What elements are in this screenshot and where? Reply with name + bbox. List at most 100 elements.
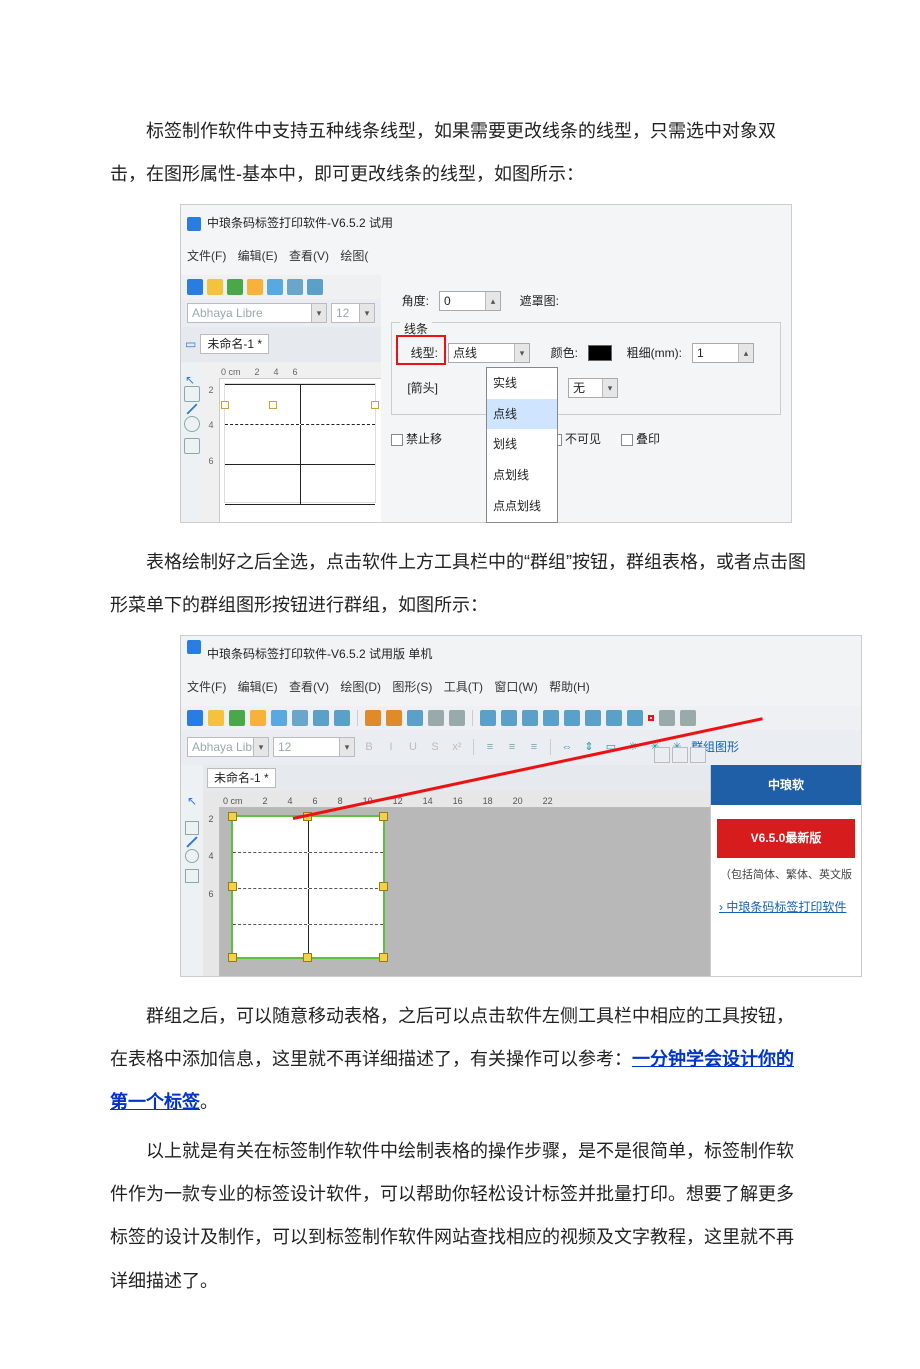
menu-draw[interactable]: 绘图( bbox=[340, 249, 368, 263]
front-icon[interactable] bbox=[606, 710, 622, 726]
overprint-check[interactable]: 叠印 bbox=[621, 425, 660, 454]
chevron-down-icon[interactable]: ▾ bbox=[253, 738, 268, 756]
resize-handle-icon[interactable] bbox=[379, 882, 388, 891]
resize-handle-icon[interactable] bbox=[303, 953, 312, 962]
menu-bar[interactable]: 文件(F) 编辑(E) 查看(V) 绘图(D) 图形(S) 工具(T) 窗口(W… bbox=[181, 671, 861, 706]
font-name-combo[interactable]: Abhaya Libre ▾ bbox=[187, 737, 269, 757]
line-type-dropdown-list[interactable]: 实线 点线 划线 点划线 点点划线 bbox=[486, 367, 558, 523]
table-row[interactable] bbox=[225, 425, 375, 465]
download-link[interactable]: › 中琅条码标签打印软件 bbox=[711, 889, 861, 926]
option-dotted[interactable]: 点线 bbox=[487, 399, 557, 430]
option-solid[interactable]: 实线 bbox=[487, 368, 557, 399]
line-tool-icon[interactable] bbox=[186, 837, 197, 848]
ungroup-icon[interactable] bbox=[659, 710, 675, 726]
settings-icon[interactable] bbox=[250, 710, 266, 726]
chevron-down-icon[interactable]: ▾ bbox=[339, 738, 354, 756]
menu-edit[interactable]: 编辑(E) bbox=[238, 249, 278, 263]
zoom-icon[interactable] bbox=[292, 710, 308, 726]
print-icon[interactable] bbox=[271, 710, 287, 726]
copy-icon[interactable] bbox=[386, 710, 402, 726]
color-swatch[interactable] bbox=[588, 345, 612, 361]
italic-icon[interactable]: I bbox=[383, 739, 399, 755]
chevron-down-icon[interactable]: ▾ bbox=[311, 304, 326, 322]
open-icon[interactable] bbox=[207, 279, 223, 295]
zoom-icon[interactable] bbox=[287, 279, 303, 295]
spinner-icon[interactable]: ▴ bbox=[485, 292, 500, 310]
rect-tool-icon[interactable] bbox=[185, 821, 199, 835]
image-tool-icon[interactable] bbox=[185, 869, 199, 883]
tab-btn-icon[interactable] bbox=[672, 747, 688, 763]
label-sheet[interactable] bbox=[225, 384, 375, 502]
align-right-icon[interactable]: ≡ bbox=[526, 739, 542, 755]
menu-view[interactable]: 查看(V) bbox=[289, 680, 329, 694]
ellipse-tool-icon[interactable] bbox=[185, 849, 199, 863]
image-tool-icon[interactable] bbox=[184, 438, 200, 454]
resize-handle-icon[interactable] bbox=[228, 812, 237, 821]
menu-window[interactable]: 窗口(W) bbox=[494, 680, 537, 694]
resize-handle-icon[interactable] bbox=[228, 953, 237, 962]
save-icon[interactable] bbox=[227, 279, 243, 295]
menu-file[interactable]: 文件(F) bbox=[187, 249, 226, 263]
tab-btn-icon[interactable] bbox=[654, 747, 670, 763]
font-size-combo[interactable]: 12 ▾ bbox=[331, 303, 375, 323]
align-center-icon[interactable]: ≡ bbox=[504, 739, 520, 755]
menu-file[interactable]: 文件(F) bbox=[187, 680, 226, 694]
resize-handle-icon[interactable] bbox=[379, 812, 388, 821]
resize-handle-icon[interactable] bbox=[228, 882, 237, 891]
canvas[interactable]: 0 cm246 246 bbox=[203, 362, 381, 522]
print-icon[interactable] bbox=[267, 279, 283, 295]
align-icon[interactable] bbox=[543, 710, 559, 726]
ellipse-tool-icon[interactable] bbox=[184, 416, 200, 432]
chevron-down-icon[interactable]: ▾ bbox=[514, 344, 529, 362]
table-row[interactable] bbox=[225, 465, 375, 505]
table-row[interactable] bbox=[233, 889, 383, 925]
menu-edit[interactable]: 编辑(E) bbox=[238, 680, 278, 694]
canvas[interactable]: 0 cm246810121416182022 246 bbox=[203, 791, 710, 976]
new-icon[interactable] bbox=[187, 710, 203, 726]
select-tool-icon[interactable]: ↖ bbox=[187, 787, 197, 816]
align-left-icon[interactable]: ≡ bbox=[482, 739, 498, 755]
nudge-icon[interactable] bbox=[480, 710, 496, 726]
resize-handle-icon[interactable] bbox=[269, 401, 277, 409]
menu-help[interactable]: 帮助(H) bbox=[549, 680, 590, 694]
nudge-icon[interactable] bbox=[501, 710, 517, 726]
menu-tools[interactable]: 工具(T) bbox=[444, 680, 483, 694]
paste-icon[interactable] bbox=[407, 710, 423, 726]
redo-icon[interactable] bbox=[449, 710, 465, 726]
resize-handle-icon[interactable] bbox=[371, 401, 379, 409]
save-icon[interactable] bbox=[229, 710, 245, 726]
menu-draw[interactable]: 绘图(D) bbox=[340, 680, 381, 694]
table-row[interactable] bbox=[233, 817, 383, 853]
font-size-combo[interactable]: 12 ▾ bbox=[273, 737, 355, 757]
line-tool-icon[interactable] bbox=[186, 403, 197, 414]
grid-icon[interactable] bbox=[334, 710, 350, 726]
bold-icon[interactable]: B bbox=[361, 739, 377, 755]
line-type-combo[interactable]: 点线 ▾ bbox=[448, 343, 530, 363]
table-row[interactable] bbox=[233, 853, 383, 889]
grouped-table[interactable] bbox=[231, 815, 385, 959]
database-icon[interactable] bbox=[313, 710, 329, 726]
angle-spin[interactable]: 0 ▴ bbox=[439, 291, 501, 311]
back-icon[interactable] bbox=[627, 710, 643, 726]
table-row[interactable] bbox=[225, 384, 375, 425]
chevron-down-icon[interactable]: ▾ bbox=[359, 304, 374, 322]
open-icon[interactable] bbox=[208, 710, 224, 726]
align-icon[interactable] bbox=[522, 710, 538, 726]
database-icon[interactable] bbox=[307, 279, 323, 295]
chevron-down-icon[interactable]: ▾ bbox=[602, 379, 617, 397]
strike-icon[interactable]: S bbox=[427, 739, 443, 755]
cut-icon[interactable] bbox=[365, 710, 381, 726]
document-tab[interactable]: 未命名-1 * bbox=[200, 334, 269, 354]
settings-icon[interactable] bbox=[247, 279, 263, 295]
lock-icon[interactable] bbox=[680, 710, 696, 726]
distribute-h-icon[interactable]: ⇔ bbox=[559, 739, 575, 755]
spinner-icon[interactable]: ▴ bbox=[738, 344, 753, 362]
resize-handle-icon[interactable] bbox=[221, 401, 229, 409]
undo-icon[interactable] bbox=[428, 710, 444, 726]
menu-shape[interactable]: 图形(S) bbox=[392, 680, 432, 694]
select-tool-icon[interactable]: ↖ bbox=[185, 366, 199, 380]
thickness-spin[interactable]: 1 ▴ bbox=[692, 343, 754, 363]
menu-view[interactable]: 查看(V) bbox=[289, 249, 329, 263]
option-dashdot[interactable]: 点划线 bbox=[487, 460, 557, 491]
sup-icon[interactable]: x² bbox=[449, 739, 465, 755]
